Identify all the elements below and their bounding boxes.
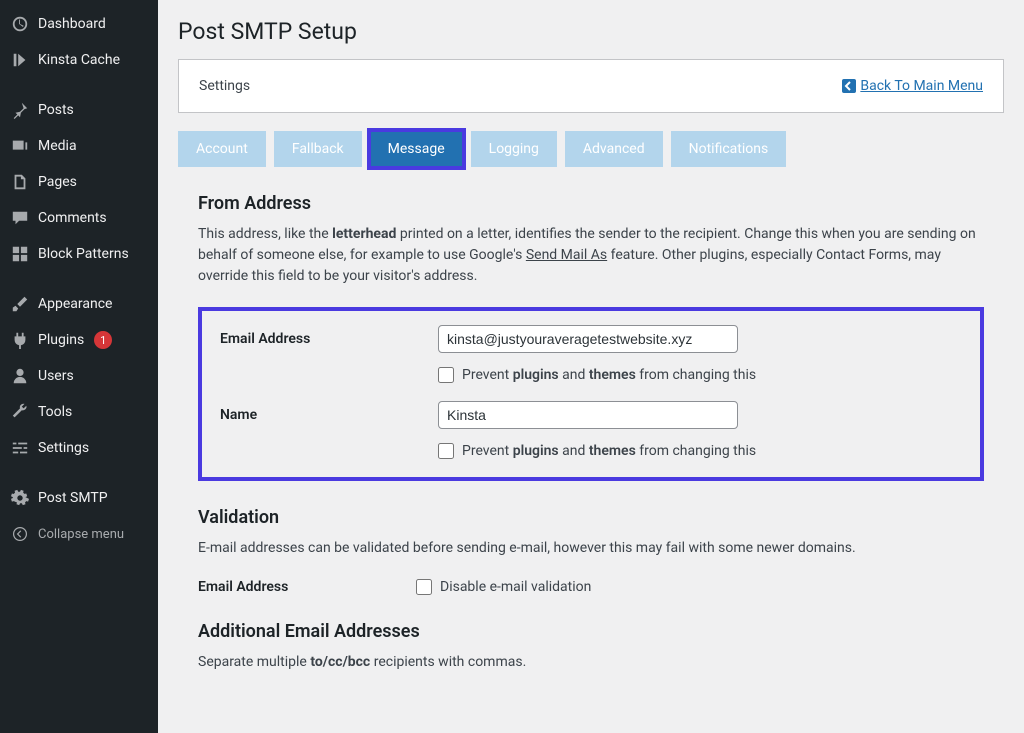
sidebar-item-label: Posts [38, 102, 74, 118]
settings-label: Settings [199, 78, 250, 94]
from-address-form: Email Address Prevent plugins and themes… [198, 307, 984, 481]
sidebar-item-label: Dashboard [38, 16, 106, 32]
tab-account[interactable]: Account [178, 131, 266, 167]
sidebar-item-plugins[interactable]: Plugins 1 [0, 322, 158, 358]
page-title: Post SMTP Setup [178, 18, 1004, 45]
sidebar-item-appearance[interactable]: Appearance [0, 286, 158, 322]
sidebar-item-users[interactable]: Users [0, 358, 158, 394]
validation-email-label: Email Address [198, 579, 416, 595]
kinsta-icon [10, 50, 30, 70]
wrench-icon [10, 402, 30, 422]
name-input[interactable] [438, 401, 738, 429]
tab-message[interactable]: Message [370, 131, 463, 167]
sliders-icon [10, 438, 30, 458]
collapse-icon [10, 524, 30, 544]
email-address-input[interactable] [438, 325, 738, 353]
additional-desc: Separate multiple to/cc/bcc recipients w… [198, 652, 984, 673]
prevent-name-override-checkbox[interactable] [438, 443, 454, 459]
sidebar-item-label: Plugins [38, 332, 84, 348]
validation-heading: Validation [198, 507, 984, 528]
sidebar-item-label: Post SMTP [38, 490, 108, 506]
arrow-left-square-icon [842, 79, 856, 93]
sidebar-item-label: Media [38, 138, 77, 154]
sidebar-item-label: Appearance [38, 296, 112, 312]
back-to-main-link[interactable]: Back To Main Menu [842, 78, 983, 94]
dashboard-icon [10, 14, 30, 34]
validation-desc: E-mail addresses can be validated before… [198, 538, 984, 559]
sidebar-item-label: Kinsta Cache [38, 52, 120, 68]
pages-icon [10, 172, 30, 192]
tab-logging[interactable]: Logging [471, 131, 557, 167]
send-mail-as-link[interactable]: Send Mail As [526, 247, 607, 263]
sidebar-item-tools[interactable]: Tools [0, 394, 158, 430]
sidebar-item-label: Block Patterns [38, 246, 129, 262]
prevent-email-override-checkbox[interactable] [438, 367, 454, 383]
from-address-heading: From Address [198, 193, 984, 214]
pin-icon [10, 100, 30, 120]
comments-icon [10, 208, 30, 228]
back-link-text: Back To Main Menu [860, 78, 983, 94]
email-address-label: Email Address [220, 331, 438, 347]
sidebar-item-label: Pages [38, 174, 77, 190]
user-icon [10, 366, 30, 386]
settings-card: Settings Back To Main Menu [178, 59, 1004, 113]
sidebar-collapse[interactable]: Collapse menu [0, 516, 158, 552]
main-content: Post SMTP Setup Settings Back To Main Me… [158, 0, 1024, 733]
sidebar-item-label: Tools [38, 404, 72, 420]
sidebar-item-pages[interactable]: Pages [0, 164, 158, 200]
sidebar-item-label: Comments [38, 210, 107, 226]
tab-fallback[interactable]: Fallback [274, 131, 362, 167]
sidebar-item-label: Collapse menu [38, 527, 124, 542]
name-label: Name [220, 407, 438, 423]
plugin-icon [10, 330, 30, 350]
sidebar-item-comments[interactable]: Comments [0, 200, 158, 236]
sidebar-item-label: Settings [38, 440, 89, 456]
prevent-name-override-label: Prevent plugins and themes from changing… [462, 443, 756, 459]
sidebar-item-media[interactable]: Media [0, 128, 158, 164]
prevent-email-override-label: Prevent plugins and themes from changing… [462, 367, 756, 383]
sidebar-item-dashboard[interactable]: Dashboard [0, 6, 158, 42]
tab-notifications[interactable]: Notifications [671, 131, 787, 167]
disable-validation-checkbox[interactable] [416, 579, 432, 595]
additional-heading: Additional Email Addresses [198, 621, 984, 642]
admin-sidebar: Dashboard Kinsta Cache Posts Media Pages… [0, 0, 158, 733]
tab-content: From Address This address, like the lett… [178, 193, 1004, 673]
sidebar-item-settings[interactable]: Settings [0, 430, 158, 466]
from-address-desc: This address, like the letterhead printe… [198, 224, 984, 287]
tab-advanced[interactable]: Advanced [565, 131, 663, 167]
brush-icon [10, 294, 30, 314]
blocks-icon [10, 244, 30, 264]
sidebar-item-block-patterns[interactable]: Block Patterns [0, 236, 158, 272]
sidebar-item-kinsta-cache[interactable]: Kinsta Cache [0, 42, 158, 78]
sidebar-item-post-smtp[interactable]: Post SMTP [0, 480, 158, 516]
media-icon [10, 136, 30, 156]
gear-icon [10, 488, 30, 508]
sidebar-item-label: Users [38, 368, 74, 384]
sidebar-item-posts[interactable]: Posts [0, 92, 158, 128]
update-badge: 1 [94, 331, 112, 349]
settings-tabs: Account Fallback Message Logging Advance… [178, 131, 1004, 167]
disable-validation-label: Disable e-mail validation [440, 579, 591, 595]
